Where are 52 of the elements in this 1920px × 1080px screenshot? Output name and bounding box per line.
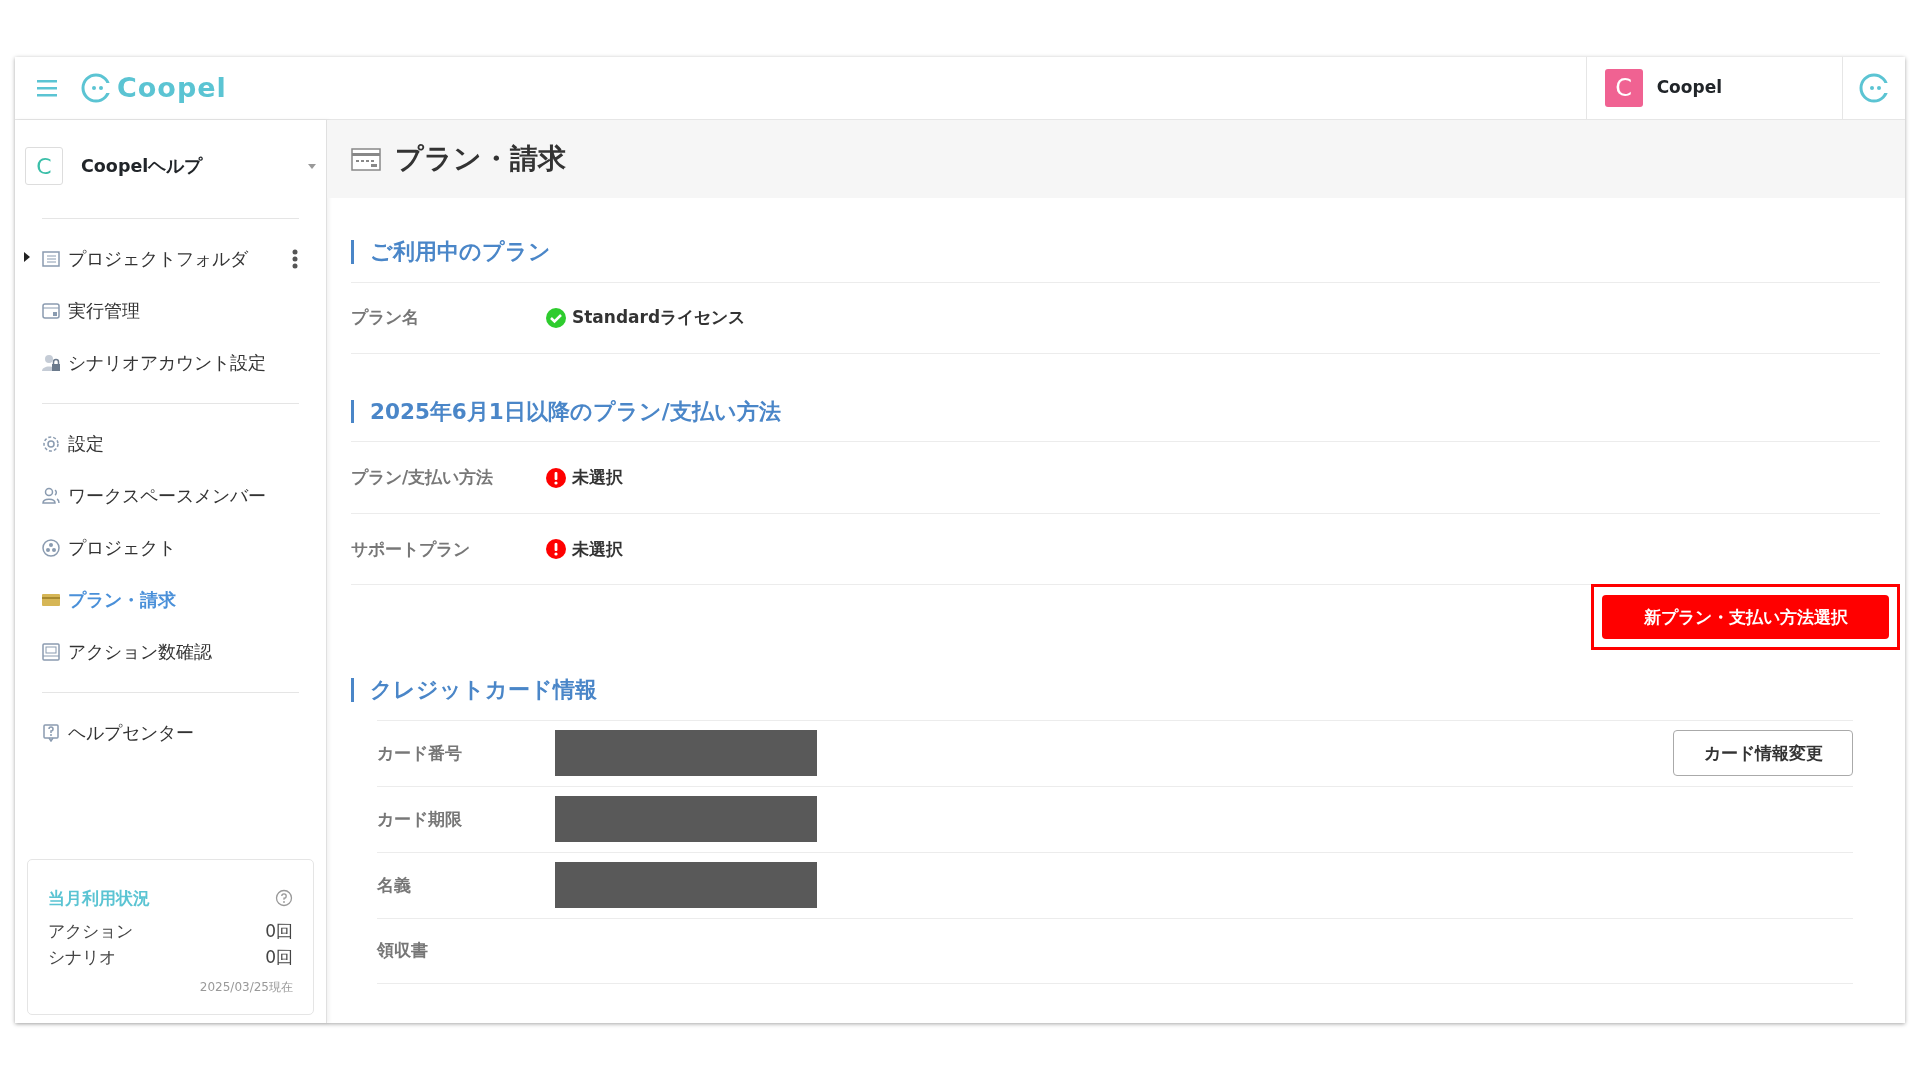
face-icon[interactable] <box>1859 73 1891 103</box>
sidebar-icon <box>42 302 60 320</box>
sidebar-icon <box>42 435 60 453</box>
sidebar-item[interactable]: 実行管理 <box>15 285 326 337</box>
sidebar-item[interactable]: プロジェクト <box>15 522 326 574</box>
sidebar-icon <box>42 643 60 661</box>
usage-label: アクション <box>48 920 133 943</box>
sidebar-icon <box>42 539 60 557</box>
field-value: Standardライセンス <box>572 305 746 329</box>
section-heading: ご利用中のプラン <box>351 240 1880 264</box>
change-card-button[interactable]: カード情報変更 <box>1673 730 1853 777</box>
usage-value: 0回 <box>265 920 293 943</box>
menu-icon[interactable] <box>37 79 59 97</box>
sidebar-item[interactable]: ヘルプセンター <box>15 707 326 759</box>
field-label: カード期限 <box>377 807 463 831</box>
sidebar-icon <box>42 487 60 505</box>
sidebar-icon <box>42 591 60 609</box>
user-name[interactable]: Coopel <box>1656 75 1722 101</box>
sidebar-icon <box>42 724 60 742</box>
help-icon[interactable] <box>275 889 293 908</box>
sidebar-item[interactable]: シナリオアカウント設定 <box>15 337 326 389</box>
sidebar-item[interactable]: 設定 <box>15 418 326 470</box>
usage-value: 0回 <box>265 945 293 969</box>
field-label: サポートプラン <box>351 537 471 561</box>
sidebar-item[interactable]: アクション数確認 <box>15 626 326 678</box>
field-value: 未選択 <box>572 466 623 490</box>
as-of-date: 2025/03/25現在 <box>198 979 293 996</box>
sidebar-icon <box>42 250 60 268</box>
face-icon <box>81 73 113 103</box>
field-label: 名義 <box>377 873 412 897</box>
credit-card-icon <box>351 146 381 172</box>
more-icon[interactable] <box>292 249 298 269</box>
field-value: 未選択 <box>572 537 623 561</box>
dropdown-caret-icon[interactable] <box>308 163 316 169</box>
usage-label: シナリオ <box>48 945 116 969</box>
sidebar-item[interactable]: プロジェクトフォルダ <box>15 233 326 285</box>
sidebar-icon <box>42 354 60 372</box>
user-avatar: C <box>1604 69 1643 107</box>
section-heading: クレジットカード情報 <box>351 678 1880 702</box>
field-label: プラン名 <box>351 305 420 329</box>
select-plan-button[interactable]: 新プラン・支払い方法選択 <box>1602 595 1889 640</box>
logo-text: Coopel <box>117 70 227 105</box>
workspace-name[interactable]: Coopelヘルプ <box>81 152 290 180</box>
section-heading: 2025年6月1日以降のプラン/支払い方法 <box>351 399 1880 424</box>
sidebar-item[interactable]: ワークスペースメンバー <box>15 470 326 522</box>
expand-caret-icon[interactable] <box>24 252 30 262</box>
usage-title: 当月利用状況 <box>48 886 150 910</box>
field-label: プラン/支払い方法 <box>351 466 495 490</box>
field-label: カード番号 <box>377 741 463 765</box>
page-title: プラン・請求 <box>395 141 566 177</box>
field-label: 領収書 <box>377 939 429 963</box>
workspace-avatar: C <box>25 147 63 185</box>
